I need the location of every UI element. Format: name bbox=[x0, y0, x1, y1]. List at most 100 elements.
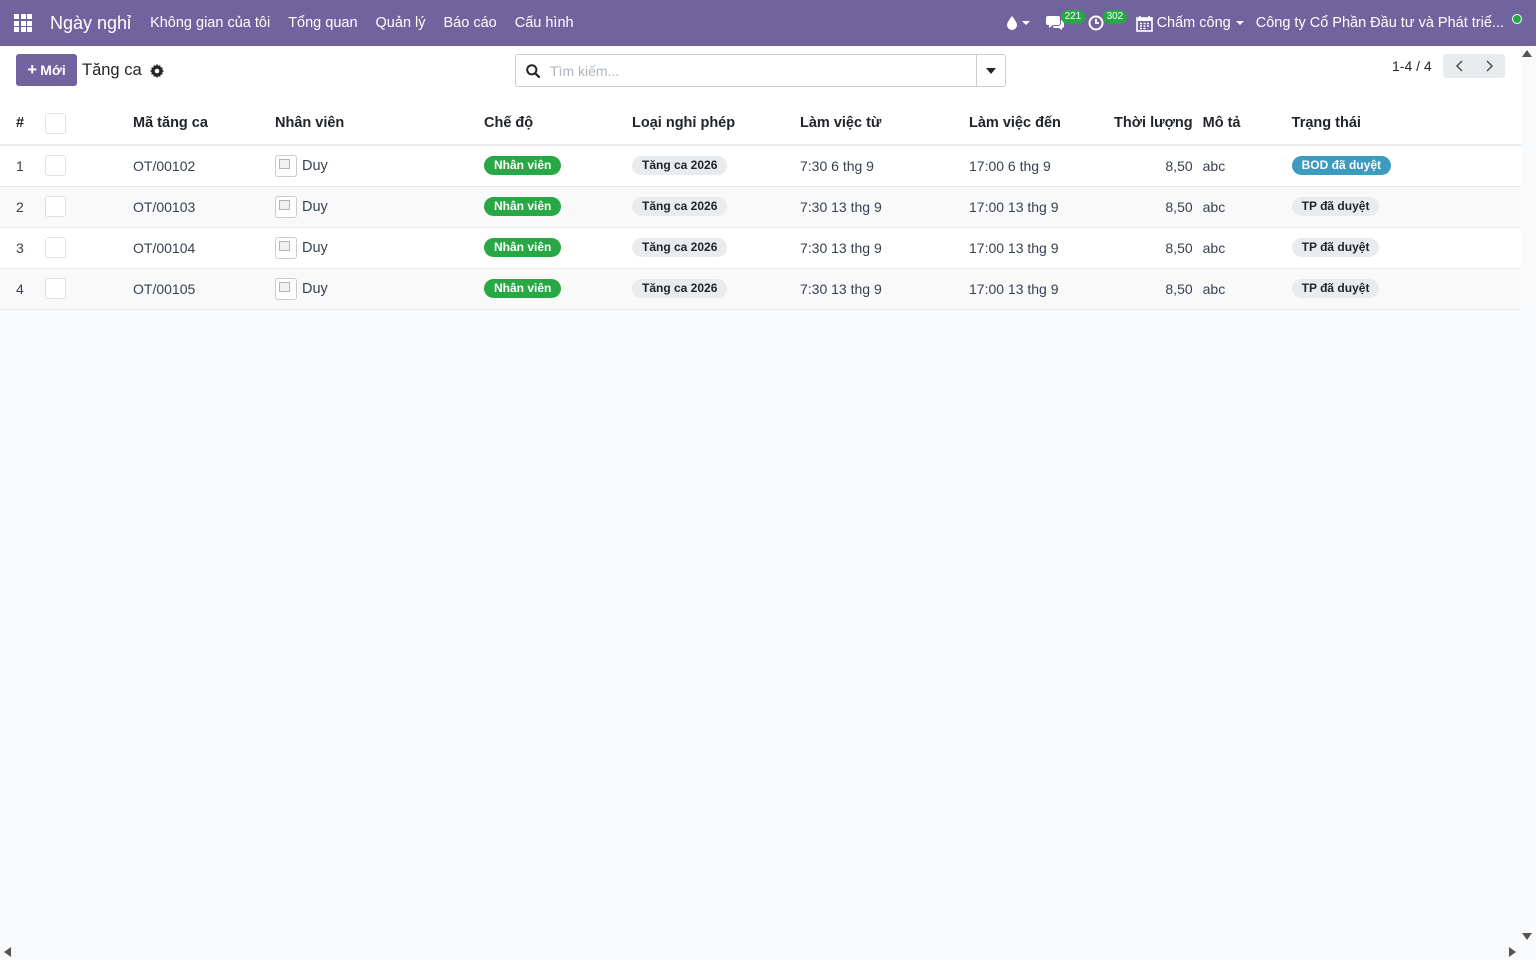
mode-badge: Nhân viên bbox=[484, 238, 562, 257]
column-header-duration[interactable]: Thời lượng bbox=[1114, 102, 1203, 145]
app-menu-icon[interactable] bbox=[0, 0, 46, 46]
work-from[interactable]: 7:30 6 thg 9 bbox=[800, 145, 969, 186]
column-header-work-to[interactable]: Làm việc đến bbox=[969, 102, 1114, 145]
pager-next-button[interactable] bbox=[1474, 54, 1505, 78]
scroll-right-arrow-icon[interactable] bbox=[1509, 947, 1516, 957]
employee-name: Duy bbox=[302, 198, 328, 215]
work-to[interactable]: 17:00 13 thg 9 bbox=[969, 186, 1114, 227]
drop-dropdown[interactable] bbox=[1001, 0, 1040, 46]
mode-badge: Nhân viên bbox=[484, 156, 562, 176]
column-header-employee[interactable]: Nhân viên bbox=[275, 102, 484, 145]
activities-button[interactable]: 302 bbox=[1082, 0, 1130, 46]
overtime-code[interactable]: OT/00105 bbox=[133, 268, 275, 309]
leave-type-cell[interactable]: Tăng ca 2026 bbox=[632, 268, 800, 309]
description[interactable]: abc bbox=[1203, 145, 1292, 186]
search-input[interactable] bbox=[550, 62, 976, 79]
select-all-cell bbox=[44, 102, 133, 145]
employee-cell[interactable]: Duy bbox=[275, 186, 484, 227]
pager-value[interactable]: 1-4 / 4 bbox=[1392, 58, 1432, 74]
leave-type-badge: Tăng ca 2026 bbox=[632, 238, 728, 257]
leave-type-cell[interactable]: Tăng ca 2026 bbox=[632, 227, 800, 268]
column-header-description[interactable]: Mô tả bbox=[1203, 102, 1292, 145]
activities-count-badge: 302 bbox=[1102, 10, 1128, 24]
column-header-code[interactable]: Mã tăng ca bbox=[133, 102, 275, 145]
work-from[interactable]: 7:30 13 thg 9 bbox=[800, 227, 969, 268]
column-header-mode[interactable]: Chế độ bbox=[484, 102, 632, 145]
overtime-code[interactable]: OT/00104 bbox=[133, 227, 275, 268]
description[interactable]: abc bbox=[1203, 227, 1292, 268]
attendance-label: Chấm công bbox=[1156, 15, 1231, 31]
status-badge: TP đã duyệt bbox=[1291, 279, 1380, 298]
employee-cell[interactable]: Duy bbox=[275, 227, 484, 268]
employee-cell[interactable]: Duy bbox=[275, 268, 484, 309]
menu-item-reports[interactable]: Báo cáo bbox=[444, 15, 497, 31]
messages-button[interactable]: 221 bbox=[1040, 0, 1086, 46]
mode-cell[interactable]: Nhân viên bbox=[484, 227, 632, 268]
menu-item-configuration[interactable]: Cấu hình bbox=[515, 15, 574, 31]
column-header-leave-type[interactable]: Loại nghỉ phép bbox=[632, 102, 800, 145]
menu-item-management[interactable]: Quản lý bbox=[376, 15, 426, 31]
attendance-dropdown[interactable]: Chấm công bbox=[1130, 0, 1250, 46]
work-from[interactable]: 7:30 13 thg 9 bbox=[800, 186, 969, 227]
scroll-up-arrow-icon[interactable] bbox=[1522, 50, 1532, 57]
employee-cell[interactable]: Duy bbox=[275, 145, 484, 186]
row-checkbox[interactable] bbox=[45, 155, 66, 177]
company-switcher[interactable]: Công ty Cổ Phần Đầu tư và Phát triể... bbox=[1256, 15, 1504, 31]
plus-icon: + bbox=[27, 60, 38, 79]
menu-item-my-space[interactable]: Không gian của tôi bbox=[150, 15, 270, 31]
work-to[interactable]: 17:00 6 thg 9 bbox=[969, 145, 1114, 186]
state-cell[interactable]: TP đã duyệt bbox=[1291, 186, 1521, 227]
overtime-code[interactable]: OT/00102 bbox=[133, 145, 275, 186]
pager-previous-button[interactable] bbox=[1443, 54, 1474, 78]
duration[interactable]: 8,50 bbox=[1114, 268, 1203, 309]
search-box bbox=[515, 54, 1006, 87]
row-number: 3 bbox=[16, 239, 24, 256]
menu-item-overview[interactable]: Tổng quan bbox=[288, 15, 357, 31]
table-row[interactable]: 3 OT/00104 Duy Nhân viên Tăng ca 2026 7:… bbox=[0, 227, 1521, 268]
row-select-cell bbox=[44, 145, 133, 186]
app-title[interactable]: Ngày nghỉ bbox=[50, 13, 131, 34]
table-row[interactable]: 4 OT/00105 Duy Nhân viên Tăng ca 2026 7:… bbox=[0, 268, 1521, 309]
employee-name: Duy bbox=[302, 280, 328, 297]
chevron-left-icon bbox=[1455, 60, 1463, 72]
avatar bbox=[275, 277, 297, 300]
scroll-left-arrow-icon[interactable] bbox=[4, 947, 11, 957]
description[interactable]: abc bbox=[1203, 268, 1292, 309]
column-header-state[interactable]: Trạng thái bbox=[1292, 102, 1521, 145]
state-cell[interactable]: TP đã duyệt bbox=[1291, 268, 1521, 309]
leave-type-badge: Tăng ca 2026 bbox=[632, 279, 728, 298]
gear-icon[interactable] bbox=[149, 63, 164, 78]
leave-type-cell[interactable]: Tăng ca 2026 bbox=[632, 186, 800, 227]
work-to[interactable]: 17:00 13 thg 9 bbox=[969, 268, 1114, 309]
row-checkbox[interactable] bbox=[45, 237, 66, 258]
mode-cell[interactable]: Nhân viên bbox=[484, 186, 632, 227]
state-cell[interactable]: BOD đã duyệt bbox=[1291, 145, 1521, 186]
table-row[interactable]: 1 OT/00102 Duy Nhân viên Tăng ca 2026 7:… bbox=[0, 145, 1521, 186]
work-to[interactable]: 17:00 13 thg 9 bbox=[969, 227, 1114, 268]
mode-cell[interactable]: Nhân viên bbox=[484, 268, 632, 309]
online-status-icon[interactable] bbox=[1512, 14, 1522, 24]
duration[interactable]: 8,50 bbox=[1114, 186, 1203, 227]
row-checkbox[interactable] bbox=[45, 278, 66, 299]
leave-type-cell[interactable]: Tăng ca 2026 bbox=[632, 145, 800, 186]
search-options-toggle[interactable] bbox=[976, 55, 1005, 86]
work-from[interactable]: 7:30 13 thg 9 bbox=[800, 268, 969, 309]
leave-type-badge: Tăng ca 2026 bbox=[632, 156, 728, 176]
mode-cell[interactable]: Nhân viên bbox=[484, 145, 632, 186]
new-button-label: Mới bbox=[40, 62, 66, 78]
overtime-table: # Mã tăng ca Nhân viên Chế độ Loại nghỉ … bbox=[0, 102, 1521, 310]
scroll-down-arrow-icon[interactable] bbox=[1522, 933, 1532, 940]
column-header-work-from[interactable]: Làm việc từ bbox=[800, 102, 969, 145]
row-checkbox[interactable] bbox=[45, 196, 66, 217]
new-button[interactable]: + Mới bbox=[16, 54, 77, 86]
overtime-code[interactable]: OT/00103 bbox=[133, 186, 275, 227]
table-row[interactable]: 2 OT/00103 Duy Nhân viên Tăng ca 2026 7:… bbox=[0, 186, 1521, 227]
description[interactable]: abc bbox=[1203, 186, 1292, 227]
select-all-checkbox[interactable] bbox=[45, 112, 66, 134]
mode-badge: Nhân viên bbox=[484, 279, 562, 298]
duration[interactable]: 8,50 bbox=[1114, 145, 1203, 186]
state-cell[interactable]: TP đã duyệt bbox=[1291, 227, 1521, 268]
row-select-cell bbox=[44, 227, 133, 268]
duration[interactable]: 8,50 bbox=[1114, 227, 1203, 268]
search-icon[interactable] bbox=[516, 55, 550, 86]
